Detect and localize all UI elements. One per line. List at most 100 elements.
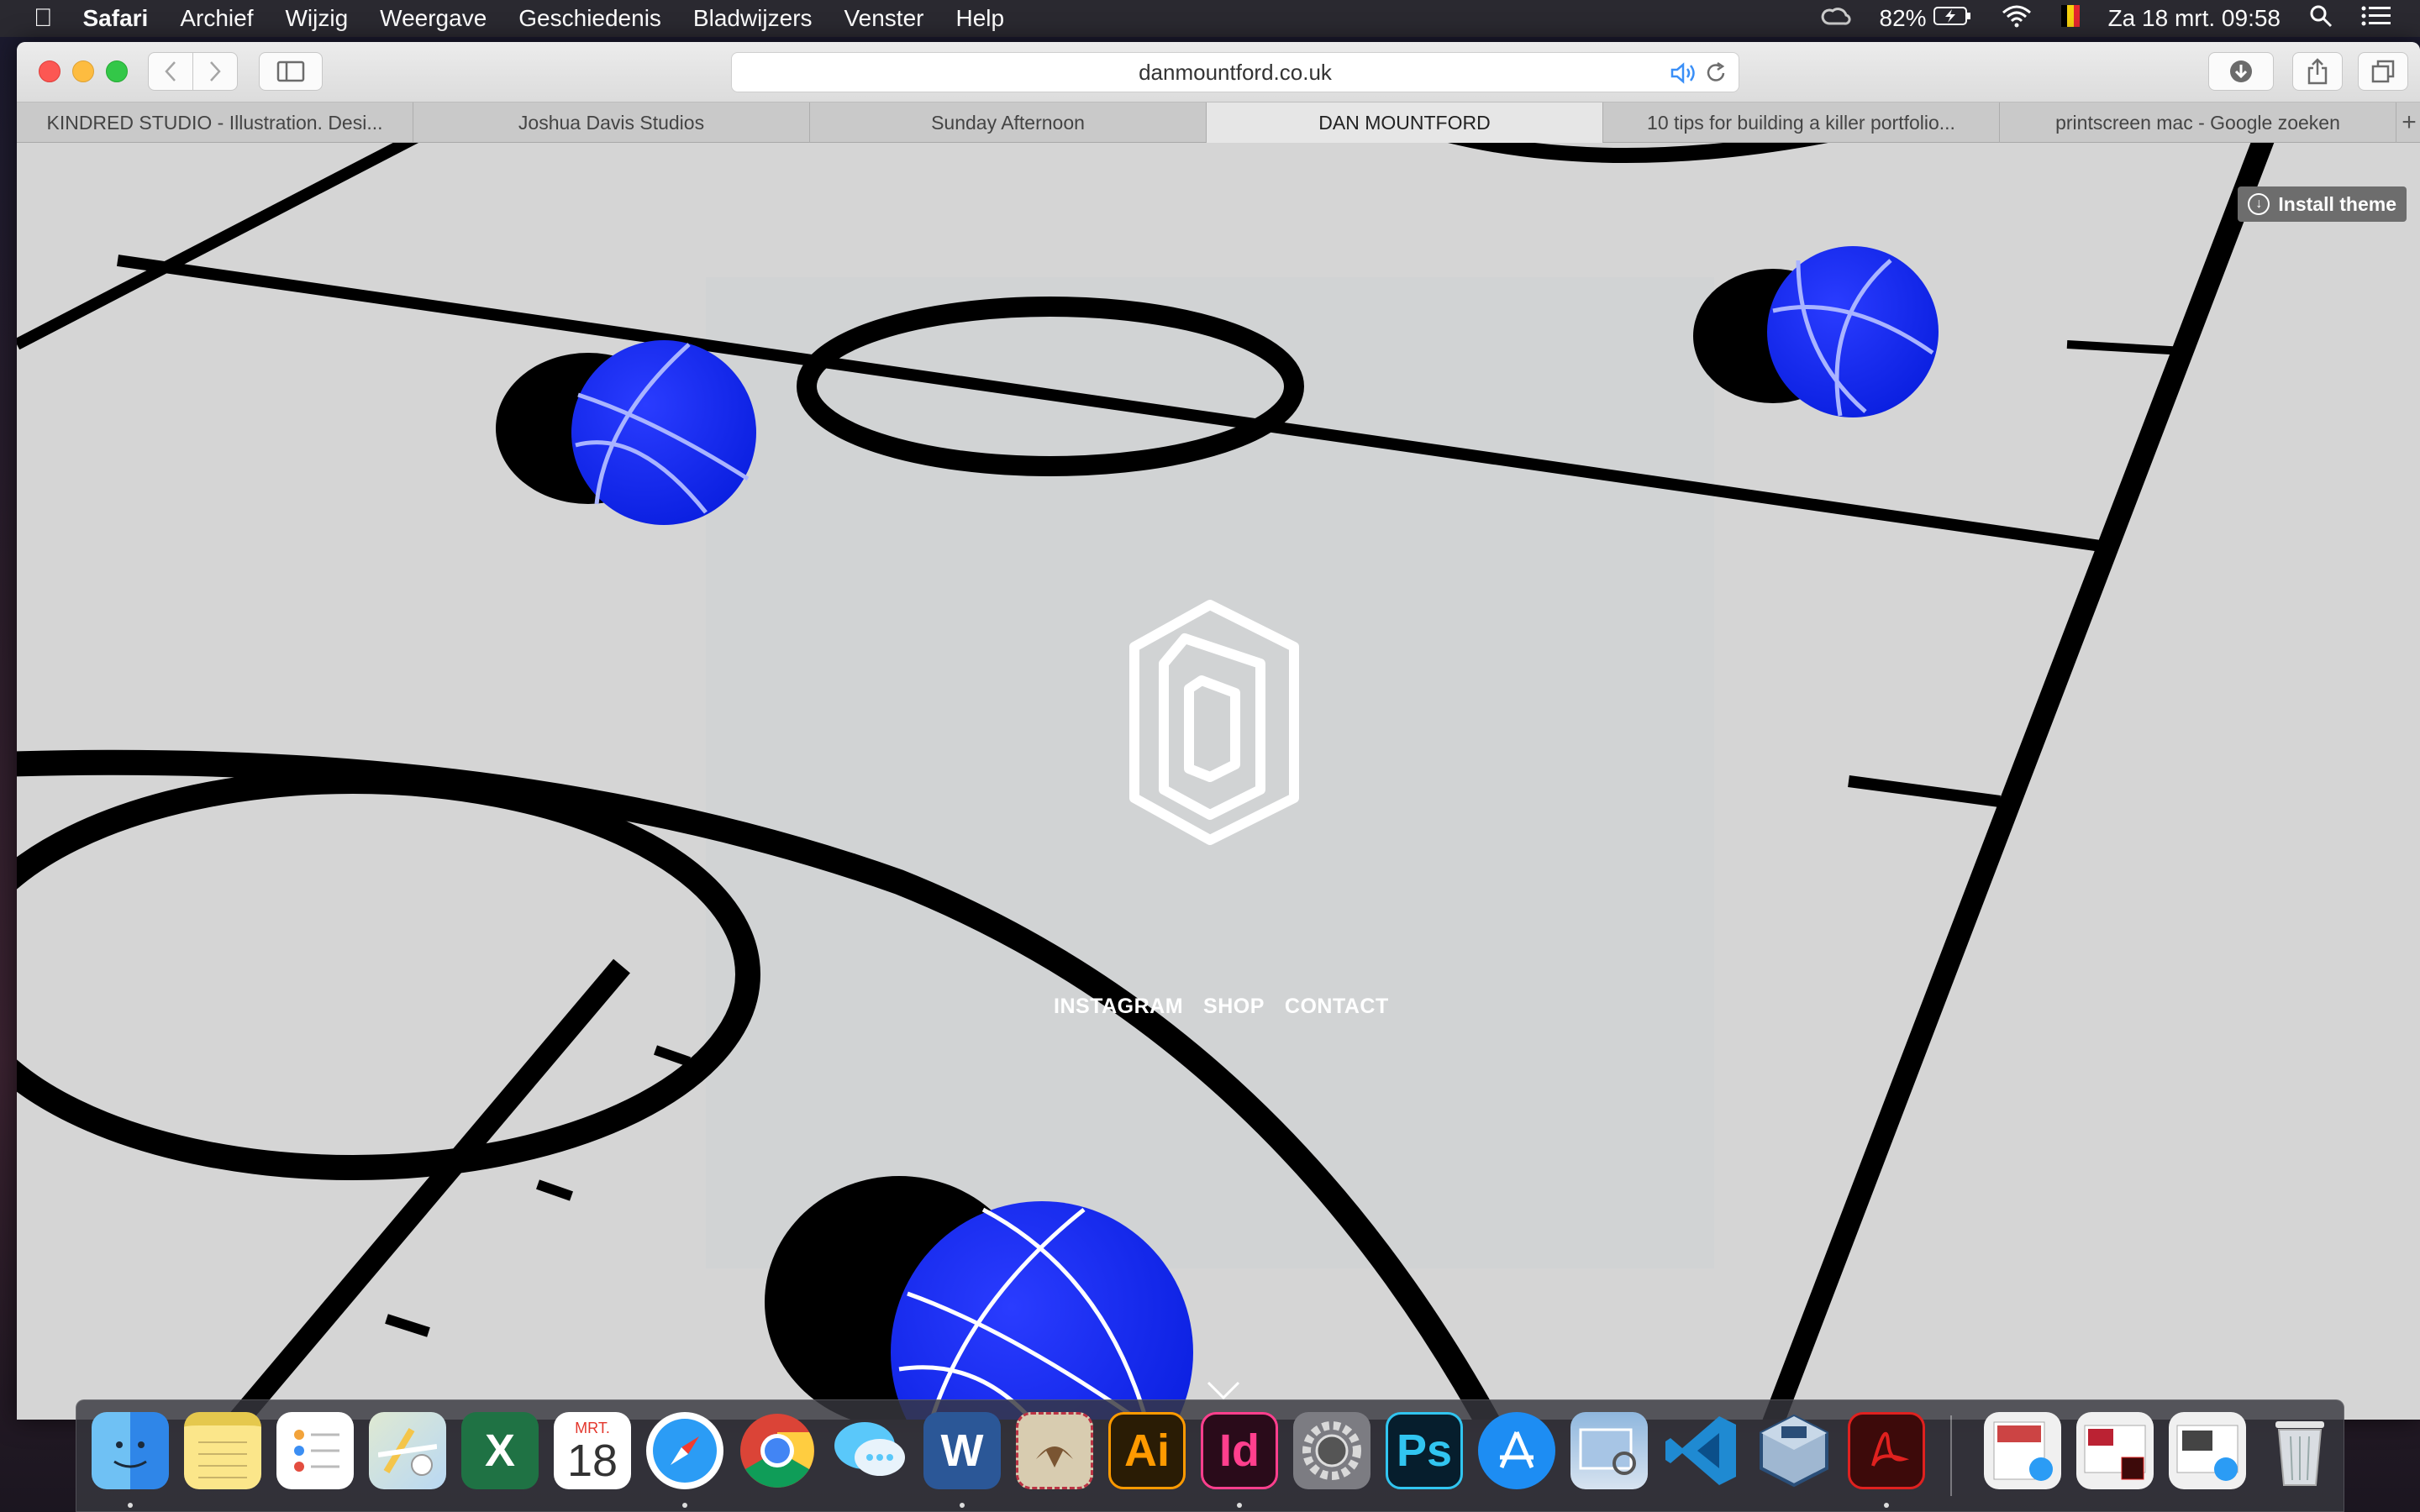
menu-bladwijzers[interactable]: Bladwijzers (693, 5, 813, 32)
clock[interactable]: Za 18 mrt. 09:58 (2108, 5, 2281, 32)
indesign-icon[interactable]: Id (1201, 1412, 1278, 1489)
calendar-day: 18 (566, 1435, 618, 1486)
finder-icon[interactable] (92, 1412, 169, 1489)
trash-icon[interactable] (2261, 1412, 2338, 1489)
tab-label: printscreen mac - Google zoeken (2055, 111, 2340, 134)
calendar-month: MRT. (575, 1419, 610, 1436)
tab-sunday-afternoon[interactable]: Sunday Afternoon (810, 102, 1207, 143)
battery-icon[interactable] (1933, 5, 1972, 32)
minimize-window-button[interactable] (72, 60, 94, 82)
new-tab-button[interactable]: + (2398, 102, 2420, 143)
forward-button[interactable] (192, 52, 238, 91)
battery-percent[interactable]: 82% (1880, 5, 1927, 32)
indesign-letters: Id (1219, 1425, 1260, 1476)
notification-center-icon[interactable] (2361, 5, 2391, 33)
illustrator-letters: Ai (1124, 1425, 1170, 1476)
running-indicator (682, 1503, 687, 1508)
tab-portfolio-tips[interactable]: 10 tips for building a killer portfolio.… (1603, 102, 2000, 143)
nav-shop-link[interactable]: SHOP (1203, 995, 1265, 1019)
webpage-content: ↓ Install theme INSTAGRAM SHOP CONTACT (17, 143, 2420, 1420)
safari-icon[interactable] (646, 1412, 723, 1489)
tab-bar: KINDRED STUDIO - Illustration. Desi... J… (17, 102, 2420, 143)
install-theme-button[interactable]: ↓ Install theme (2238, 186, 2407, 222)
safari-window: danmountford.co.uk KINDRED STUDIO - Illu… (17, 42, 2420, 1420)
menu-weergave[interactable]: Weergave (380, 5, 487, 32)
word-icon[interactable]: W (923, 1412, 1001, 1489)
url-text: danmountford.co.uk (1139, 59, 1332, 85)
minimized-window-3-icon[interactable] (2169, 1412, 2246, 1489)
menu-wijzig[interactable]: Wijzig (285, 5, 348, 32)
sidebar-toggle-button[interactable] (259, 52, 323, 91)
install-theme-label: Install theme (2278, 192, 2396, 215)
tab-label: KINDRED STUDIO - Illustration. Desi... (46, 111, 383, 134)
system-preferences-icon[interactable] (1293, 1412, 1370, 1489)
excel-letter: X (484, 1425, 516, 1476)
address-bar[interactable]: danmountford.co.uk (731, 52, 1739, 92)
share-icon (2307, 58, 2328, 85)
tab-google-search[interactable]: printscreen mac - Google zoeken (2000, 102, 2396, 143)
reload-icon[interactable] (1705, 61, 1728, 91)
nav-contact-link[interactable]: CONTACT (1285, 995, 1389, 1019)
minimized-window-1-icon[interactable] (1984, 1412, 2061, 1489)
notes-icon[interactable] (184, 1412, 261, 1489)
zoom-window-button[interactable] (106, 60, 128, 82)
wifi-icon[interactable] (2001, 4, 2033, 34)
tab-label: Joshua Davis Studios (518, 111, 705, 134)
word-letter: W (940, 1425, 984, 1476)
basketball-top-left (571, 340, 756, 525)
illustrator-icon[interactable]: Ai (1108, 1412, 1186, 1489)
tabs-overview-icon (2371, 60, 2395, 83)
chrome-icon[interactable] (739, 1412, 816, 1489)
nav-instagram-link[interactable]: INSTAGRAM (1054, 995, 1183, 1019)
show-all-tabs-button[interactable] (2358, 52, 2408, 91)
photoshop-letters: Ps (1396, 1425, 1453, 1476)
acrobat-icon[interactable] (1848, 1412, 1925, 1489)
share-button[interactable] (2292, 52, 2343, 91)
messages-icon[interactable] (831, 1412, 908, 1489)
reminders-icon[interactable] (276, 1412, 354, 1489)
apple-icon[interactable]:  (34, 4, 53, 33)
tab-label: 10 tips for building a killer portfolio.… (1647, 111, 1955, 134)
minimized-window-2-icon[interactable] (2076, 1412, 2154, 1489)
menu-help[interactable]: Help (955, 5, 1004, 32)
menu-app-name[interactable]: Safari (83, 5, 149, 32)
menu-archief[interactable]: Archief (180, 5, 253, 32)
preview-icon[interactable] (1570, 1412, 1648, 1489)
tab-dan-mountford[interactable]: DAN MOUNTFORD (1207, 102, 1603, 143)
basketball-court-illustration (17, 143, 2420, 1420)
photoshop-icon[interactable]: Ps (1386, 1412, 1463, 1489)
downloads-button[interactable] (2208, 52, 2274, 91)
app-store-icon[interactable] (1478, 1412, 1555, 1489)
maps-icon[interactable] (369, 1412, 446, 1489)
tab-kindred-studio[interactable]: KINDRED STUDIO - Illustration. Desi... (17, 102, 413, 143)
creative-cloud-icon[interactable] (1821, 5, 1851, 33)
running-indicator (1237, 1503, 1242, 1508)
spotlight-search-icon[interactable] (2309, 4, 2333, 34)
site-nav: INSTAGRAM SHOP CONTACT (1054, 995, 1389, 1019)
dock-separator (1950, 1415, 1952, 1496)
download-arrow-icon: ↓ (2248, 193, 2270, 215)
basketball-top-right (1767, 246, 1939, 417)
chevron-left-icon (165, 61, 176, 81)
dock: X MRT. 18 W Ai Id Ps (76, 1399, 2344, 1512)
menu-bar:  Safari Archief Wijzig Weergave Geschie… (0, 0, 2420, 37)
running-indicator (128, 1503, 133, 1508)
tab-label: Sunday Afternoon (931, 111, 1085, 134)
menu-geschiedenis[interactable]: Geschiedenis (518, 5, 661, 32)
tab-joshua-davis[interactable]: Joshua Davis Studios (413, 102, 810, 143)
running-indicator (1884, 1503, 1889, 1508)
virtualbox-icon[interactable] (1755, 1412, 1833, 1489)
download-icon (2230, 60, 2252, 82)
input-source-flag-icon[interactable] (2060, 4, 2080, 33)
audio-playing-icon[interactable] (1670, 61, 1698, 91)
excel-icon[interactable]: X (461, 1412, 539, 1489)
menu-venster[interactable]: Venster (844, 5, 924, 32)
mail-icon[interactable] (1016, 1412, 1093, 1489)
running-indicator (960, 1503, 965, 1508)
visual-studio-code-icon[interactable] (1663, 1412, 1740, 1489)
sidebar-icon (276, 60, 305, 82)
close-window-button[interactable] (39, 60, 60, 82)
tab-label: DAN MOUNTFORD (1318, 111, 1491, 134)
calendar-icon[interactable]: MRT. 18 (554, 1412, 631, 1489)
back-button[interactable] (148, 52, 193, 91)
